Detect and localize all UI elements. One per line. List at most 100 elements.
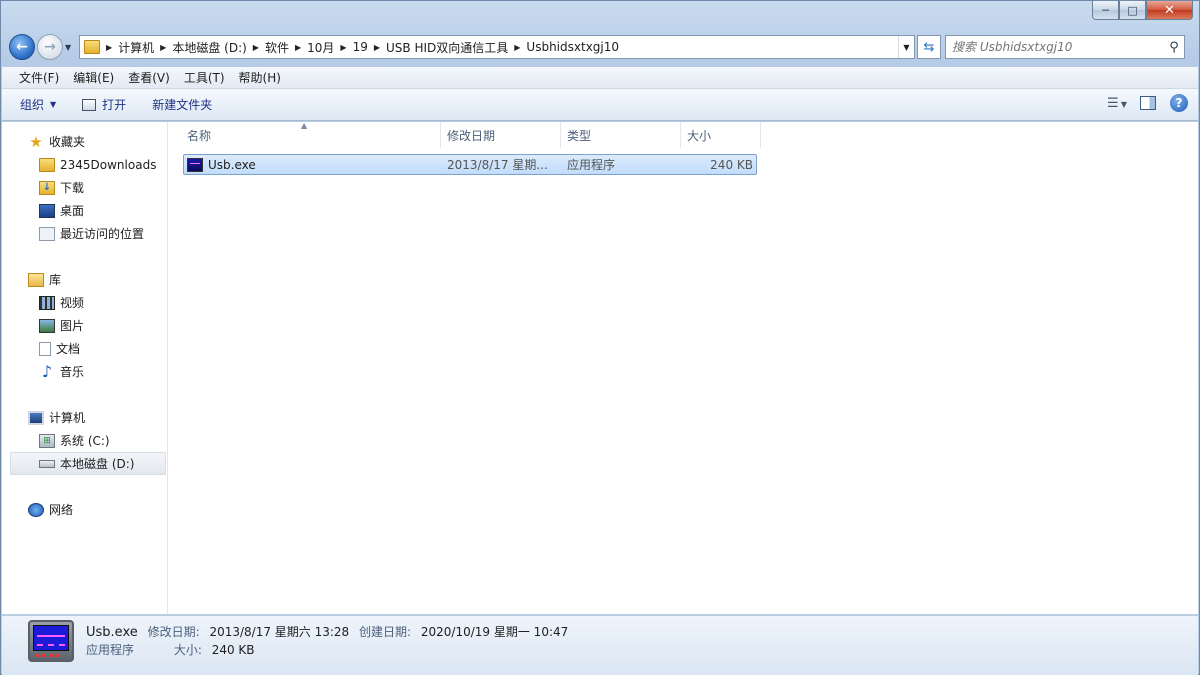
nav-gap [2,383,167,406]
column-header-size[interactable]: 大小 [681,122,761,148]
nav-network[interactable]: 网络 [2,498,167,521]
back-arrow-icon: ← [16,39,28,55]
forward-arrow-icon: → [44,39,56,55]
minimize-button[interactable]: ─ [1092,1,1119,20]
breadcrumb-computer[interactable]: 计算机 [118,39,154,56]
breadcrumb-separator-icon[interactable]: ▶ [340,43,346,52]
column-header-name[interactable]: 名称 ▲ [181,121,441,148]
breadcrumb-19[interactable]: 19 [353,40,368,54]
nav-label: 最近访问的位置 [60,227,145,241]
refresh-button[interactable]: ⇆ [917,35,941,59]
new-folder-button[interactable]: 新建文件夹 [152,96,212,113]
breadcrumb-separator-icon[interactable]: ▶ [160,43,166,52]
menu-file[interactable]: 文件(F) [12,69,66,86]
menu-view[interactable]: 查看(V) [121,69,177,86]
change-view-button[interactable]: ☰ ▼ [1107,95,1127,111]
refresh-icon: ⇆ [923,39,935,55]
music-icon: ♪ [41,362,53,381]
details-modified-value: 2013/8/17 星期六 13:28 [209,625,350,639]
forward-button[interactable]: → [37,34,63,60]
nav-item-videos[interactable]: 视频 [2,291,167,314]
close-button[interactable]: ✕ [1146,1,1193,20]
column-header-modified[interactable]: 修改日期 [441,122,561,148]
nav-item-desktop[interactable]: 桌面 [2,199,167,222]
breadcrumb-current-folder[interactable]: Usbhidsxtxgj10 [526,40,619,54]
breadcrumb-october[interactable]: 10月 [307,39,334,56]
network-icon [28,502,44,517]
nav-libraries[interactable]: 库 [2,268,167,291]
details-created-label: 创建日期: [359,625,412,639]
downloads-icon: ↓ [39,180,55,195]
nav-label: 图片 [60,319,85,333]
breadcrumb-separator-icon[interactable]: ▶ [106,43,112,52]
nav-item-recent-places[interactable]: 最近访问的位置 [2,222,167,245]
nav-item-drive-c[interactable]: ⊞ 系统 (C:) [2,429,167,452]
navigation-pane[interactable]: ★ 收藏夹 2345Downloads ↓ 下载 桌面 最近访问的位置 库 视频… [2,122,168,614]
nav-item-documents[interactable]: 文档 [2,337,167,360]
led-icon [35,654,39,657]
column-label: 修改日期 [447,128,496,143]
details-pane: Usb.exe 修改日期: 2013/8/17 星期六 13:28 创建日期: … [2,615,1198,675]
address-row: ← → ▼ ▶ 计算机 ▶ 本地磁盘 (D:) ▶ 软件 ▶ 10月 ▶ 19 … [9,32,1193,62]
details-line-2: 应用程序 大小: 240 KB [86,641,261,658]
nav-label: 桌面 [60,204,85,218]
breadcrumb-separator-icon[interactable]: ▶ [374,43,380,52]
star-icon: ★ [29,132,43,151]
nav-label: 音乐 [60,365,85,379]
details-size-label: 大小: [173,643,202,657]
preview-pane-button[interactable] [1140,96,1156,110]
nav-item-music[interactable]: ♪ 音乐 [2,360,167,383]
led-icon [56,654,60,657]
nav-label: 系统 (C:) [60,434,110,448]
back-button[interactable]: ← [9,34,35,60]
nav-label: 网络 [49,503,74,517]
computer-icon [28,410,44,425]
breadcrumb-separator-icon[interactable]: ▶ [514,43,520,52]
organize-button[interactable]: 组织 ▼ [20,96,56,113]
breadcrumb-separator-icon[interactable]: ▶ [295,43,301,52]
menu-edit[interactable]: 编辑(E) [66,69,121,86]
file-row-usb-exe[interactable]: Usb.exe 2013/8/17 星期... 应用程序 240 KB [183,154,757,175]
breadcrumb-software[interactable]: 软件 [265,39,289,56]
nav-computer[interactable]: 计算机 [2,406,167,429]
open-label: 打开 [102,98,127,112]
open-button[interactable]: 打开 [82,96,126,113]
nav-gap [2,475,167,498]
nav-label: 收藏夹 [49,135,86,149]
menu-help[interactable]: 帮助(H) [232,69,288,86]
history-dropdown[interactable]: ▼ [65,43,77,52]
nav-label: 本地磁盘 (D:) [60,457,135,471]
breadcrumb-usb-tool[interactable]: USB HID双向通信工具 [386,39,508,56]
nav-item-pictures[interactable]: 图片 [2,314,167,337]
desktop-icon [39,203,55,218]
column-label: 类型 [567,128,592,143]
picture-icon [39,318,55,333]
view-controls: ☰ ▼ ? [1107,94,1188,112]
details-created-value: 2020/10/19 星期一 10:47 [420,625,569,639]
nav-item-2345downloads[interactable]: 2345Downloads [2,153,167,176]
open-icon [82,98,97,111]
address-dropdown[interactable]: ▼ [898,36,914,58]
maximize-button[interactable]: □ [1119,1,1146,20]
nav-item-drive-d[interactable]: 本地磁盘 (D:) [10,452,166,475]
details-view-icon: ☰ [1107,95,1119,111]
search-input[interactable] [952,40,1164,54]
file-modified: 2013/8/17 星期... [447,158,548,172]
search-box[interactable]: ⚲ [945,35,1185,59]
address-bar[interactable]: ▶ 计算机 ▶ 本地磁盘 (D:) ▶ 软件 ▶ 10月 ▶ 19 ▶ USB … [79,35,915,59]
nav-item-downloads[interactable]: ↓ 下载 [2,176,167,199]
menu-tools[interactable]: 工具(T) [177,69,232,86]
recent-places-icon [39,226,55,241]
column-header-type[interactable]: 类型 [561,122,681,148]
chevron-down-icon: ▼ [65,42,72,52]
magnifier-icon[interactable]: ⚲ [1164,40,1184,55]
content-area: ★ 收藏夹 2345Downloads ↓ 下载 桌面 最近访问的位置 库 视频… [2,121,1198,614]
details-size-value: 240 KB [211,643,255,657]
file-type: 应用程序 [567,158,616,172]
help-icon[interactable]: ? [1170,94,1188,112]
nav-favorites[interactable]: ★ 收藏夹 [2,130,167,153]
breadcrumb-drive-d[interactable]: 本地磁盘 (D:) [172,39,246,56]
file-list[interactable]: 名称 ▲ 修改日期 类型 大小 Usb.exe 2013/8/17 星期... … [169,121,1198,614]
breadcrumb-separator-icon[interactable]: ▶ [253,43,259,52]
caption-buttons: ─ □ ✕ [1092,1,1193,22]
